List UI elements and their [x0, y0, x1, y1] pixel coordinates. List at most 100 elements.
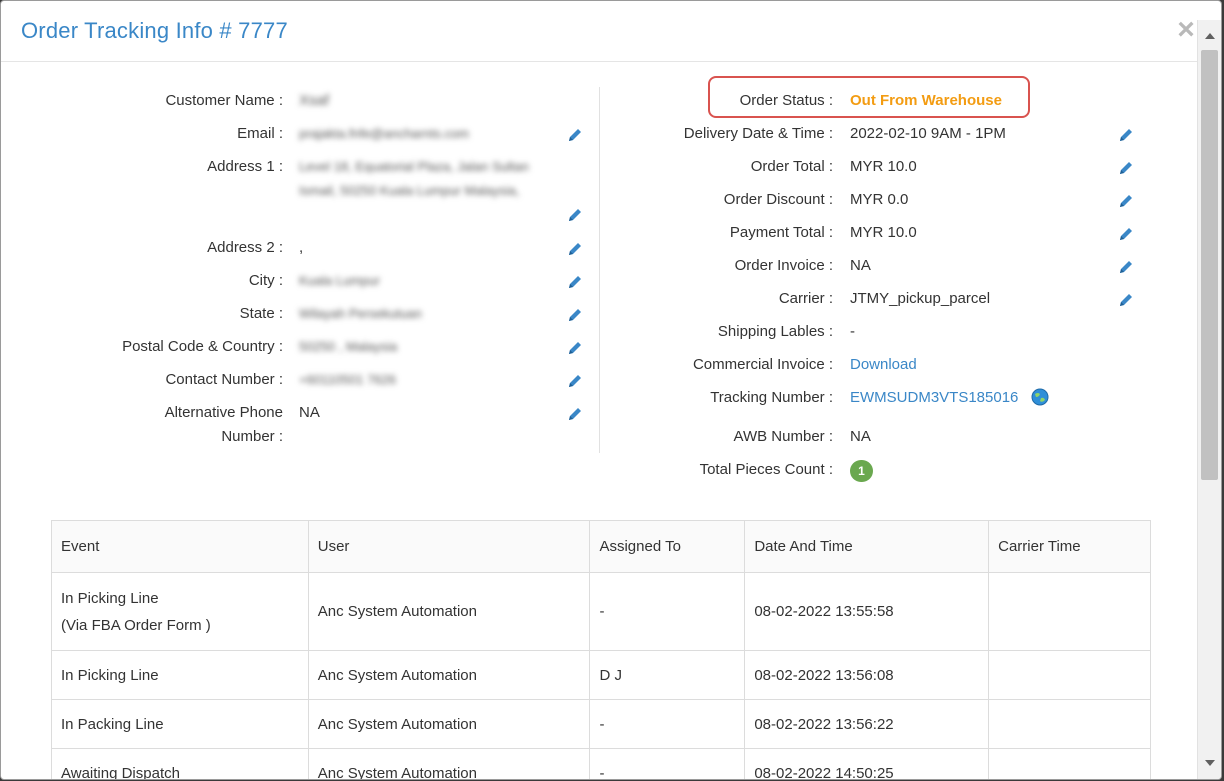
edit-delivery-pencil-icon[interactable] — [1118, 127, 1134, 143]
col-header-user: User — [307, 520, 591, 573]
datetime-cell: 08-02-2022 13:56:22 — [744, 699, 990, 749]
alt-phone-label-line1: Alternative Phone — [164, 404, 283, 421]
modal-title: Order Tracking Info # 7777 — [21, 18, 288, 43]
carrier-value: JTMY_pickup_parcel — [850, 290, 991, 307]
payment-total-label: Payment Total : — [729, 224, 833, 241]
delivery-date-label: Delivery Date & Time : — [683, 125, 833, 142]
city-label: City : — [248, 272, 283, 289]
event-source: (Via FBA Order Form ) — [61, 616, 211, 634]
edit-email-pencil-icon[interactable] — [567, 127, 583, 143]
address1-label: Address 1 : — [207, 158, 283, 175]
edit-carrier-pencil-icon[interactable] — [1118, 292, 1134, 308]
customer-name-label: Customer Name : — [165, 92, 283, 109]
carrier-time-cell — [988, 748, 1151, 779]
assigned-cell: - — [589, 748, 746, 779]
datetime-cell: 08-02-2022 13:55:58 — [744, 572, 990, 651]
scrollbar[interactable] — [1197, 20, 1221, 779]
customer-name-value: Xsaf — [299, 92, 330, 109]
carrier-time-cell — [988, 650, 1151, 700]
alt-phone-label-line2: Number : — [221, 428, 283, 445]
event-cell: In Packing Line — [51, 699, 309, 749]
edit-address1-pencil-icon[interactable] — [567, 207, 583, 223]
assigned-cell: - — [589, 699, 746, 749]
awb-number-value: NA — [850, 428, 871, 445]
contact-number-label: Contact Number : — [165, 371, 283, 388]
scroll-down-arrow-icon[interactable] — [1205, 760, 1215, 766]
assigned-cell: D J — [589, 650, 746, 700]
datetime-cell: 08-02-2022 13:56:08 — [744, 650, 990, 700]
scroll-up-arrow-icon[interactable] — [1205, 33, 1215, 39]
modal-header: Order Tracking Info # 7777 × — [1, 1, 1221, 62]
events-table: Event User Assigned To Date And Time Car… — [51, 520, 1151, 779]
event-cell: In Picking Line (Via FBA Order Form ) — [51, 572, 309, 651]
datetime-cell: 08-02-2022 14:50:25 — [744, 748, 990, 779]
user-cell: Anc System Automation — [307, 572, 591, 651]
user-cell: Anc System Automation — [307, 699, 591, 749]
edit-state-pencil-icon[interactable] — [567, 307, 583, 323]
col-header-date-time: Date And Time — [744, 520, 990, 573]
total-pieces-badge: 1 — [850, 460, 873, 482]
edit-postal-pencil-icon[interactable] — [567, 340, 583, 356]
address1-line1: Level 18, Equatorial Plaza, Jalan Sultan — [299, 159, 529, 174]
address1-line2: Ismail, 50250 Kuala Lumpur Malaysia, — [299, 183, 520, 198]
event-cell: In Picking Line — [51, 650, 309, 700]
email-label: Email : — [237, 125, 283, 142]
edit-discount-pencil-icon[interactable] — [1118, 193, 1134, 209]
awb-number-label: AWB Number : — [733, 428, 833, 445]
edit-order-total-pencil-icon[interactable] — [1118, 160, 1134, 176]
table-row: In Picking Line Anc System Automation D … — [51, 650, 1151, 700]
column-divider — [599, 87, 600, 453]
postal-country-value: 50250 , Malaysia — [299, 339, 398, 354]
alt-phone-value: NA — [299, 404, 320, 421]
order-tracking-modal: Order Tracking Info # 7777 × Customer Na… — [0, 0, 1222, 780]
order-total-label: Order Total : — [750, 158, 833, 175]
order-total-value: MYR 10.0 — [850, 158, 917, 175]
address2-label: Address 2 : — [207, 239, 283, 256]
table-row: In Picking Line (Via FBA Order Form ) An… — [51, 572, 1151, 651]
globe-icon[interactable] — [1031, 388, 1049, 406]
order-invoice-label: Order Invoice : — [734, 257, 833, 274]
user-cell: Anc System Automation — [307, 650, 591, 700]
payment-total-value: MYR 10.0 — [850, 224, 917, 241]
state-value: Wilayah Persekutuan — [299, 306, 422, 321]
carrier-time-cell — [988, 572, 1151, 651]
edit-payment-pencil-icon[interactable] — [1118, 226, 1134, 242]
delivery-date-value: 2022-02-10 9AM - 1PM — [850, 125, 1006, 142]
shipping-labels-label: Shipping Lables : — [717, 323, 833, 340]
postal-country-label: Postal Code & Country : — [122, 338, 283, 355]
tracking-number-label: Tracking Number : — [710, 389, 833, 406]
shipping-labels-value: - — [850, 323, 855, 340]
contact-number-value: +60110501 7626 — [299, 372, 396, 387]
tracking-number-link[interactable]: EWMSUDM3VTS185016 — [850, 386, 1018, 410]
user-cell: Anc System Automation — [307, 748, 591, 779]
carrier-time-cell — [988, 699, 1151, 749]
assigned-cell: - — [589, 572, 746, 651]
table-row: Awaiting Dispatch Anc System Automation … — [51, 748, 1151, 779]
col-header-carrier-time: Carrier Time — [988, 520, 1151, 573]
state-label: State : — [239, 305, 283, 322]
edit-contact-pencil-icon[interactable] — [567, 373, 583, 389]
order-discount-label: Order Discount : — [723, 191, 833, 208]
city-value: Kuala Lumpur — [299, 273, 380, 288]
event-cell: Awaiting Dispatch — [51, 748, 309, 779]
col-header-assigned-to: Assigned To — [589, 520, 746, 573]
edit-invoice-pencil-icon[interactable] — [1118, 259, 1134, 275]
commercial-invoice-download-link[interactable]: Download — [850, 353, 917, 377]
edit-address2-pencil-icon[interactable] — [567, 241, 583, 257]
order-status-label: Order Status : — [739, 92, 833, 109]
scroll-thumb[interactable] — [1201, 50, 1218, 480]
commercial-invoice-label: Commercial Invoice : — [692, 356, 833, 373]
edit-alt-phone-pencil-icon[interactable] — [567, 406, 583, 422]
edit-city-pencil-icon[interactable] — [567, 274, 583, 290]
order-discount-value: MYR 0.0 — [850, 191, 909, 208]
event-name: In Picking Line — [61, 589, 159, 607]
carrier-label: Carrier : — [778, 290, 833, 307]
address2-value: , — [299, 239, 304, 256]
total-pieces-label: Total Pieces Count : — [699, 461, 833, 478]
email-value: prajakta.fnfe@ancharnts.com — [299, 126, 470, 141]
col-header-event: Event — [51, 520, 309, 573]
close-icon[interactable]: × — [1173, 15, 1199, 45]
order-status-value: Out From Warehouse — [850, 92, 1002, 109]
order-invoice-value: NA — [850, 257, 871, 274]
table-row: In Packing Line Anc System Automation - … — [51, 699, 1151, 749]
